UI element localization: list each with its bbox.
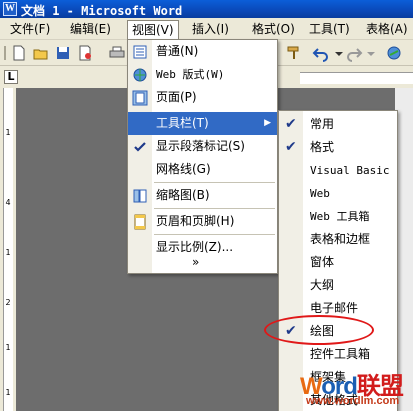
menu-item-label: 工具栏(T) (156, 116, 209, 130)
menu-item-page[interactable]: 页面(P) (128, 86, 277, 109)
title-bar: W 文档 1 - Microsoft Word (0, 0, 413, 18)
menu-item-label: Web (310, 187, 330, 200)
header-footer-icon (132, 214, 148, 230)
ruler-tick: 1 (5, 388, 11, 397)
ruler-tick: 2 (5, 298, 11, 307)
menu-item-label: 常用 (310, 117, 335, 131)
redo-dropdown-icon[interactable] (362, 44, 380, 62)
menu-item-label: Web 版式(W) (156, 68, 225, 81)
undo-icon[interactable] (312, 44, 330, 62)
menu-item-label: 显示段落标记(S) (156, 139, 245, 153)
menu-view[interactable]: 视图(V) (127, 20, 179, 40)
toolbar-item-forms[interactable]: 窗体 (279, 251, 397, 274)
menu-item-toolbars[interactable]: 工具栏(T) ▶ (128, 112, 277, 135)
toolbar-item-web[interactable]: Web (279, 182, 397, 205)
menu-item-gridlines[interactable]: 网格线(G) (128, 158, 277, 181)
toolbar-item-standard[interactable]: ✔ 常用 (279, 113, 397, 136)
checkmark-icon (132, 139, 148, 155)
web-layout-icon (132, 67, 148, 83)
save-icon[interactable] (54, 44, 72, 62)
menu-separator (154, 208, 275, 209)
submenu-arrow-icon: ▶ (264, 118, 271, 128)
permission-icon[interactable] (76, 44, 94, 62)
menu-item-web-layout[interactable]: Web 版式(W) (128, 63, 277, 86)
menu-table[interactable]: 表格(A) (362, 21, 412, 38)
menu-insert[interactable]: 插入(I) (188, 21, 233, 38)
menu-item-normal[interactable]: 普通(N) (128, 40, 277, 63)
menu-item-label: 绘图 (310, 324, 335, 338)
open-folder-icon[interactable] (32, 44, 50, 62)
menu-item-label: 框架集 (310, 370, 347, 384)
menu-file[interactable]: 文件(F) (6, 21, 54, 38)
menu-separator (154, 182, 275, 183)
expand-menu-chevron-icon[interactable]: » (192, 255, 199, 269)
menu-item-label: Web 工具箱 (310, 210, 370, 223)
checkmark-icon: ✔ (285, 116, 297, 132)
menu-item-label: 表格和边框 (310, 232, 371, 246)
menu-item-label: 窗体 (310, 255, 335, 269)
toolbar-item-frames[interactable]: 框架集 (279, 366, 397, 389)
ruler-tick: 1 (5, 128, 11, 137)
menu-item-zoom[interactable]: 显示比例(Z)... (128, 236, 277, 259)
normal-view-icon (132, 44, 148, 60)
insert-hyperlink-icon[interactable] (385, 44, 403, 62)
menu-item-show-paragraph-marks[interactable]: 显示段落标记(S) (128, 135, 277, 158)
toolbar-item-email[interactable]: 电子邮件 (279, 297, 397, 320)
toolbars-submenu: ✔ 常用 ✔ 格式 Visual Basic Web Web 工具箱 表格和边框… (278, 110, 398, 411)
menu-edit[interactable]: 编辑(E) (66, 21, 115, 38)
page-layout-icon (132, 90, 148, 106)
menu-item-label: 大纲 (310, 278, 335, 292)
menu-item-label: 网格线(G) (156, 162, 211, 176)
menu-item-label: 控件工具箱 (310, 347, 371, 361)
window-title: 文档 1 - Microsoft Word (21, 4, 183, 18)
menu-tools[interactable]: 工具(T) (305, 21, 354, 38)
vertical-ruler[interactable]: 1 4 1 2 1 1 (0, 88, 16, 411)
menu-item-header-footer[interactable]: 页眉和页脚(H) (128, 210, 277, 233)
menu-item-label: 电子邮件 (310, 301, 359, 315)
toolbar-item-web-tools[interactable]: Web 工具箱 (279, 205, 397, 228)
menu-item-label: 缩略图(B) (156, 188, 210, 202)
ruler-tick: 1 (5, 343, 11, 352)
menu-item-label: Visual Basic (310, 164, 390, 177)
menu-format[interactable]: 格式(O) (248, 21, 299, 38)
toolbar-item-drawing[interactable]: ✔ 绘图 (279, 320, 397, 343)
word-app-icon: W (3, 2, 17, 16)
menu-item-label: 页面(P) (156, 90, 197, 104)
horizontal-ruler[interactable] (300, 72, 413, 84)
menu-item-label: 其他格式 (310, 393, 359, 407)
thumbnails-icon (132, 188, 148, 204)
menu-item-label: 普通(N) (156, 44, 199, 58)
toolbar-item-tables-borders[interactable]: 表格和边框 (279, 228, 397, 251)
checkmark-icon: ✔ (285, 139, 297, 155)
toolbar-item-other-formats[interactable]: 其他格式 (279, 389, 397, 411)
ruler-tick: 1 (5, 248, 11, 257)
toolbar-item-control-toolbox[interactable]: 控件工具箱 (279, 343, 397, 366)
menu-separator (154, 234, 275, 235)
print-icon[interactable] (108, 44, 126, 62)
menu-bar: 文件(F) 编辑(E) 视图(V) 插入(I) 格式(O) 工具(T) 表格(A… (0, 18, 413, 40)
toolbar-item-outline[interactable]: 大纲 (279, 274, 397, 297)
format-painter-icon[interactable] (285, 44, 303, 62)
toolbar-item-visual-basic[interactable]: Visual Basic (279, 159, 397, 182)
redo-icon[interactable] (345, 44, 363, 62)
menu-item-label: 格式 (310, 140, 335, 154)
tab-selector[interactable]: L (4, 70, 18, 84)
toolbar-item-formatting[interactable]: ✔ 格式 (279, 136, 397, 159)
checkmark-icon: ✔ (285, 323, 297, 339)
menu-item-thumbnails[interactable]: 缩略图(B) (128, 184, 277, 207)
new-document-icon[interactable] (10, 44, 28, 62)
menu-item-label: 页眉和页脚(H) (156, 214, 235, 228)
view-menu: 普通(N) Web 版式(W) 页面(P) 工具栏(T) ▶ 显示段落标记(S)… (127, 39, 278, 274)
ruler-tick: 4 (5, 198, 11, 207)
